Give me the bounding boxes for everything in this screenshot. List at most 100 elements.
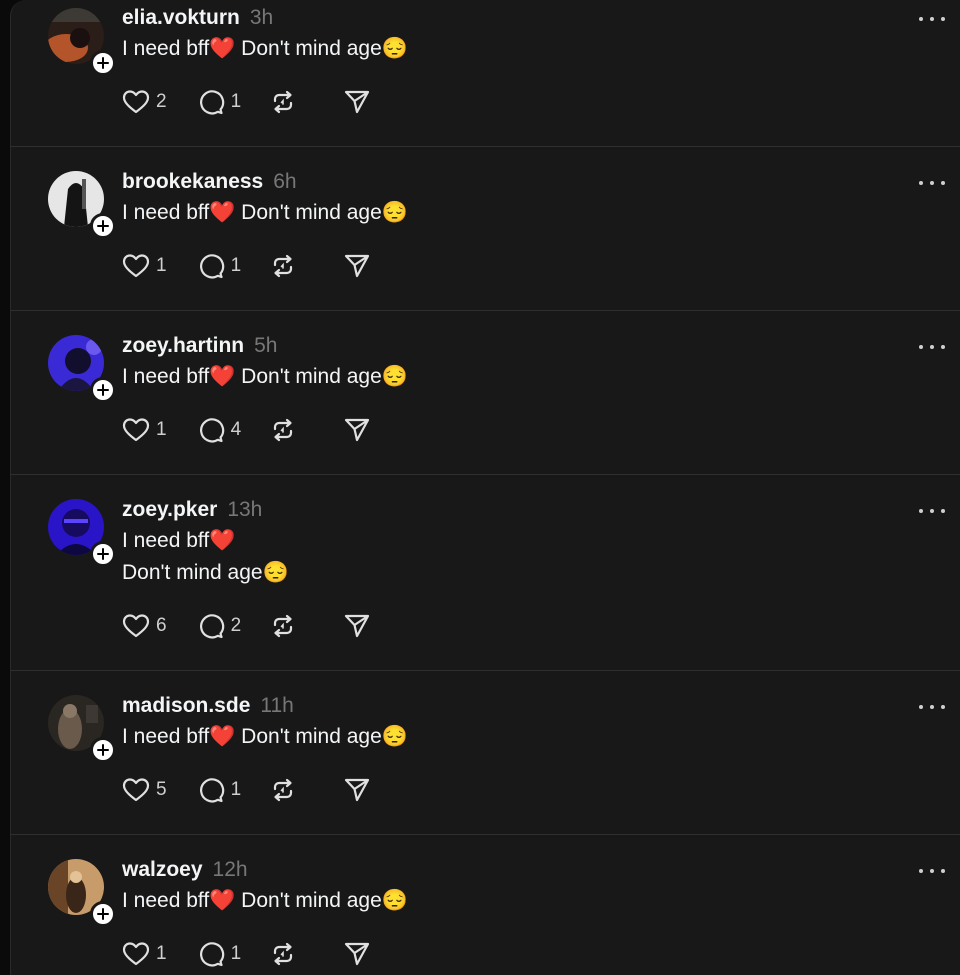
comment-icon (199, 418, 224, 443)
post[interactable]: zoey.hartinn 5h I need bff❤️ Don't mind a… (11, 311, 960, 475)
more-options-icon (919, 17, 923, 21)
follow-button[interactable] (90, 377, 116, 403)
heart-icon (122, 778, 150, 802)
like-button[interactable]: 6 (122, 613, 167, 639)
post-text: I need bff❤️ Don't mind age😔 (122, 365, 408, 388)
comment-icon (199, 778, 224, 803)
username[interactable]: zoey.hartinn (122, 334, 244, 357)
timestamp[interactable]: 13h (227, 498, 262, 521)
repost-icon (274, 942, 293, 966)
post-text: I need bff❤️ Don't mind age😔 (122, 37, 408, 60)
avatar[interactable] (48, 335, 116, 403)
share-button[interactable] (343, 940, 371, 968)
timestamp[interactable]: 5h (254, 334, 277, 357)
comment-icon (199, 942, 224, 967)
share-button[interactable] (343, 416, 371, 444)
comment-icon (199, 614, 224, 639)
share-button[interactable] (343, 252, 371, 280)
more-options-icon (919, 345, 923, 349)
repost-icon (274, 614, 293, 638)
username[interactable]: walzoey (122, 858, 203, 881)
post[interactable]: zoey.pker 13h I need bff❤️ Don't mind age… (11, 475, 960, 671)
repost-button[interactable] (269, 776, 297, 804)
threads-feed: elia.vokturn 3h I need bff❤️ Don't mind a… (10, 0, 960, 975)
avatar[interactable] (48, 171, 116, 239)
reply-button[interactable]: 1 (197, 940, 241, 968)
post[interactable]: elia.vokturn 3h I need bff❤️ Don't mind a… (11, 0, 960, 147)
avatar[interactable] (48, 8, 116, 76)
like-button[interactable]: 1 (122, 941, 167, 967)
share-button[interactable] (343, 776, 371, 804)
timestamp[interactable]: 11h (260, 694, 293, 717)
follow-button[interactable] (90, 737, 116, 763)
username[interactable]: brookekaness (122, 170, 263, 193)
action-bar: 1 4 (122, 415, 901, 445)
like-button[interactable]: 2 (122, 89, 167, 115)
follow-button[interactable] (90, 50, 116, 76)
like-button[interactable]: 5 (122, 777, 167, 803)
follow-button[interactable] (90, 901, 116, 927)
post[interactable]: brookekaness 6h I need bff❤️ Don't mind a… (11, 147, 960, 311)
action-bar: 5 1 (122, 775, 901, 805)
post-text: I need bff❤️ Don't mind age😔 (122, 529, 289, 584)
more-options-button[interactable] (919, 9, 945, 29)
reply-button[interactable]: 4 (197, 416, 242, 444)
more-options-icon (919, 705, 923, 709)
follow-button[interactable] (90, 213, 116, 239)
timestamp[interactable]: 6h (273, 170, 296, 193)
reply-button[interactable]: 2 (197, 612, 242, 640)
plus-icon (97, 57, 109, 69)
repost-button[interactable] (269, 940, 297, 968)
more-options-icon (919, 509, 923, 513)
username[interactable]: zoey.pker (122, 498, 217, 521)
more-options-icon (919, 181, 923, 185)
follow-button[interactable] (90, 541, 116, 567)
more-options-button[interactable] (919, 173, 945, 193)
timestamp[interactable]: 12h (213, 858, 248, 881)
plus-icon (97, 220, 109, 232)
like-button[interactable]: 1 (122, 253, 167, 279)
avatar[interactable] (48, 695, 116, 763)
repost-button[interactable] (269, 416, 297, 444)
username[interactable]: elia.vokturn (122, 6, 240, 29)
post-text: I need bff❤️ Don't mind age😔 (122, 889, 408, 912)
reply-count: 2 (230, 615, 242, 636)
share-button[interactable] (343, 612, 371, 640)
like-count: 6 (156, 615, 167, 636)
share-button[interactable] (343, 88, 371, 116)
more-options-button[interactable] (919, 501, 945, 521)
send-icon (345, 614, 370, 638)
post-content: elia.vokturn 3h I need bff❤️ Don't mind a… (122, 5, 901, 117)
post-content: brookekaness 6h I need bff❤️ Don't mind a… (122, 169, 901, 281)
avatar[interactable] (48, 499, 116, 567)
like-count: 5 (156, 779, 167, 800)
plus-icon (97, 548, 109, 560)
reply-count: 1 (230, 779, 242, 800)
reply-button[interactable]: 1 (197, 88, 241, 116)
post-text: I need bff❤️ Don't mind age😔 (122, 725, 408, 748)
more-options-button[interactable] (919, 697, 945, 717)
send-icon (345, 418, 370, 442)
reply-button[interactable]: 1 (197, 252, 241, 280)
post[interactable]: madison.sde 11h I need bff❤️ Don't mind a… (11, 671, 960, 835)
reply-button[interactable]: 1 (197, 776, 242, 804)
more-options-button[interactable] (919, 861, 945, 881)
timestamp[interactable]: 3h (250, 6, 273, 29)
avatar[interactable] (48, 859, 116, 927)
like-button[interactable]: 1 (122, 417, 167, 443)
post-header: zoey.hartinn 5h (122, 333, 901, 359)
reply-count: 4 (230, 419, 242, 440)
repost-button[interactable] (269, 252, 297, 280)
post-header: walzoey 12h (122, 857, 901, 883)
post[interactable]: walzoey 12h I need bff❤️ Don't mind age😔 … (11, 835, 960, 975)
post-content: zoey.pker 13h I need bff❤️ Don't mind age… (122, 497, 901, 641)
repost-button[interactable] (269, 88, 297, 116)
repost-button[interactable] (269, 612, 297, 640)
more-options-button[interactable] (919, 337, 945, 357)
username[interactable]: madison.sde (122, 694, 250, 717)
post-header: elia.vokturn 3h (122, 5, 901, 31)
action-bar: 1 1 (122, 939, 901, 969)
plus-icon (97, 384, 109, 396)
plus-icon (97, 744, 109, 756)
comment-icon (199, 90, 224, 115)
